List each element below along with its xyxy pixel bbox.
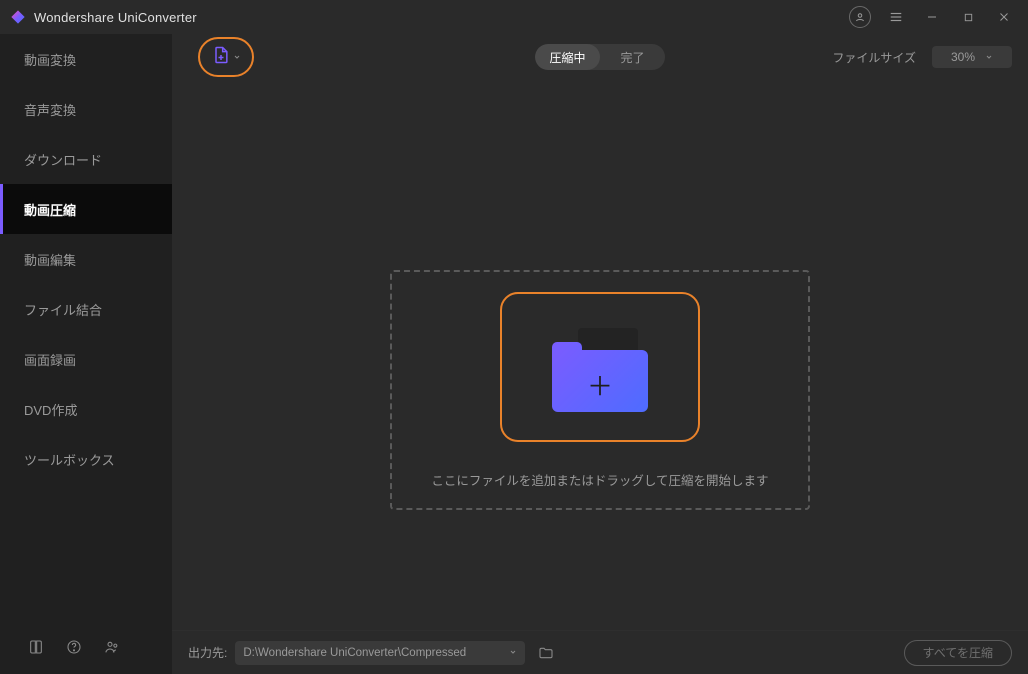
sidebar-item-dvd-create[interactable]: DVD作成: [0, 384, 172, 434]
sidebar-item-download[interactable]: ダウンロード: [0, 134, 172, 184]
sidebar-item-video-convert[interactable]: 動画変換: [0, 34, 172, 84]
file-size-label: ファイルサイズ: [832, 49, 916, 66]
chevron-down-icon: [503, 647, 517, 659]
app-logo-icon: [10, 9, 26, 25]
app-title: Wondershare UniConverter: [34, 10, 197, 25]
sidebar-item-audio-convert[interactable]: 音声変換: [0, 84, 172, 134]
top-toolbar: 圧縮中 完了 ファイルサイズ 30%: [172, 34, 1028, 80]
content-area: ＋ ここにファイルを追加またはドラッグして圧縮を開始します: [172, 80, 1028, 630]
drop-hint: ここにファイルを追加またはドラッグして圧縮を開始します: [431, 470, 768, 489]
community-icon[interactable]: [104, 639, 120, 660]
tab-label: 圧縮中: [549, 49, 585, 66]
sidebar-item-label: 動画変換: [24, 50, 76, 69]
tab-compressing[interactable]: 圧縮中: [535, 44, 600, 70]
tab-done[interactable]: 完了: [600, 44, 665, 70]
sidebar-item-toolbox[interactable]: ツールボックス: [0, 434, 172, 484]
add-file-button[interactable]: [198, 37, 254, 77]
sidebar-item-video-compress[interactable]: 動画圧縮: [0, 184, 172, 234]
help-icon[interactable]: [66, 639, 82, 660]
sidebar-item-label: ファイル結合: [24, 300, 102, 319]
compress-all-button[interactable]: すべてを圧縮: [904, 640, 1012, 666]
file-size-select[interactable]: 30%: [932, 46, 1012, 68]
output-label: 出力先:: [188, 644, 227, 661]
sidebar: 動画変換 音声変換 ダウンロード 動画圧縮 動画編集 ファイル結合 画面録画 D…: [0, 34, 172, 674]
sidebar-item-label: ツールボックス: [24, 450, 115, 469]
tab-label: 完了: [620, 49, 644, 66]
compress-all-label: すべてを圧縮: [923, 644, 993, 661]
sidebar-item-video-edit[interactable]: 動画編集: [0, 234, 172, 284]
status-tabs: 圧縮中 完了: [535, 44, 665, 70]
hamburger-menu-button[interactable]: [882, 3, 910, 31]
sidebar-item-label: 動画編集: [24, 250, 76, 269]
title-bar: Wondershare UniConverter: [0, 0, 1028, 34]
file-size-value: 30%: [951, 50, 975, 64]
sidebar-item-screen-record[interactable]: 画面録画: [0, 334, 172, 384]
account-button[interactable]: [846, 3, 874, 31]
sidebar-item-label: 画面録画: [24, 350, 76, 369]
folder-plus-icon: ＋: [552, 328, 648, 406]
output-path-value: D:\Wondershare UniConverter\Compressed: [243, 647, 503, 659]
chevron-down-icon: [985, 50, 993, 64]
open-folder-button[interactable]: [533, 641, 559, 665]
minimize-button[interactable]: [918, 3, 946, 31]
bottom-bar: 出力先: D:\Wondershare UniConverter\Compres…: [172, 630, 1028, 674]
close-button[interactable]: [990, 3, 1018, 31]
highlight-ring-icon: [198, 37, 254, 77]
sidebar-item-file-merge[interactable]: ファイル結合: [0, 284, 172, 334]
output-path-select[interactable]: D:\Wondershare UniConverter\Compressed: [235, 641, 525, 665]
book-icon[interactable]: [28, 639, 44, 660]
drop-zone[interactable]: ＋ ここにファイルを追加またはドラッグして圧縮を開始します: [390, 270, 810, 510]
sidebar-item-label: DVD作成: [24, 400, 77, 419]
sidebar-item-label: 音声変換: [24, 100, 76, 119]
maximize-button[interactable]: [954, 3, 982, 31]
sidebar-item-label: 動画圧縮: [24, 200, 76, 219]
sidebar-item-label: ダウンロード: [24, 150, 102, 169]
add-file-dropbutton[interactable]: ＋: [500, 292, 700, 442]
main-panel: 圧縮中 完了 ファイルサイズ 30% ＋ ここ: [172, 34, 1028, 674]
